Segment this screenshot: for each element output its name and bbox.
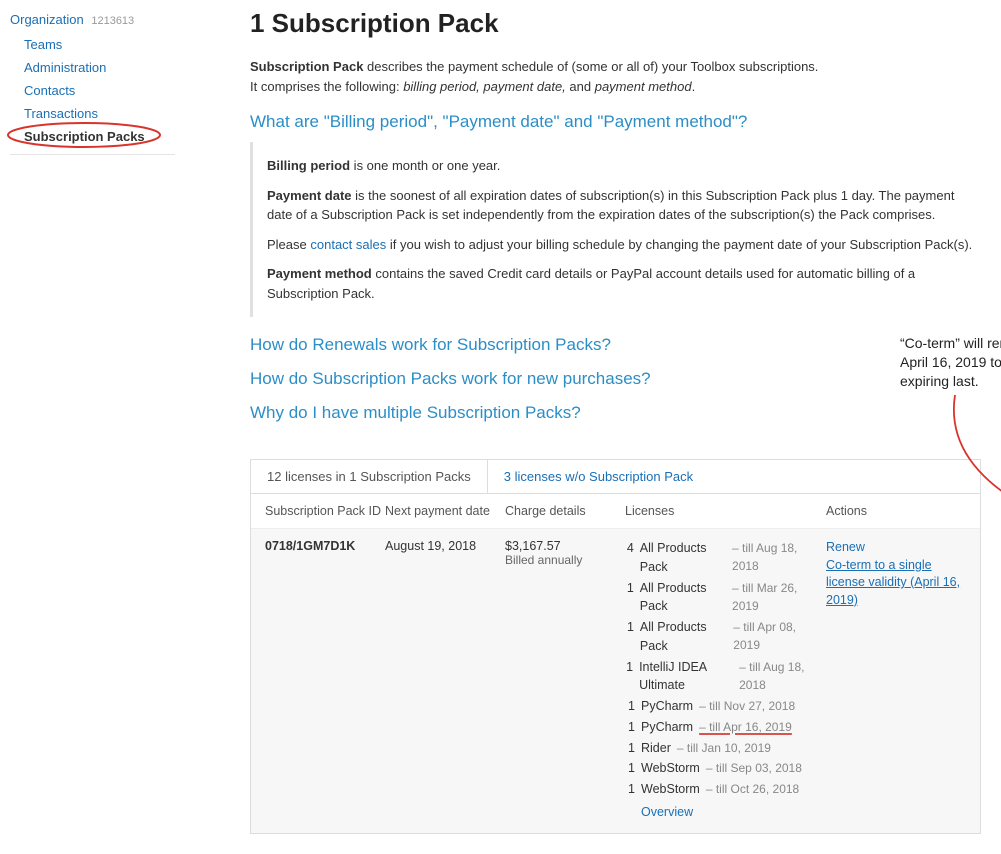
renew-link[interactable]: Renew [826,539,966,557]
billing-period-text: is one month or one year. [350,158,500,173]
intro-em2: payment method [595,79,692,94]
intro-bold: Subscription Pack [250,59,363,74]
license-count: 1 [625,579,634,617]
license-count: 1 [625,658,633,696]
license-line: 4All Products Pack– till Aug 18, 2018 [625,539,816,577]
header-next-payment: Next payment date [385,504,505,518]
license-line: 1All Products Pack– till Mar 26, 2019 [625,579,816,617]
license-name: All Products Pack [640,579,726,617]
billing-period-label: Billing period [267,158,350,173]
intro-line2-pre: It comprises the following: [250,79,403,94]
header-pack-id: Subscription Pack ID [265,504,385,518]
license-line: 1 WebStorm – till Sep 03, 2018 [625,759,816,778]
table-row: 0718/1GM7D1K August 19, 2018 $3,167.57 B… [251,528,980,833]
section-newpurchases-heading[interactable]: How do Subscription Packs work for new p… [250,369,981,389]
license-till: – till Sep 03, 2018 [706,759,802,778]
charge-amount: $3,167.57 [505,539,625,553]
license-line: 1 PyCharm – till Apr 16, 2019 [625,718,816,737]
license-count: 1 [625,759,635,778]
license-count: 1 [625,697,635,716]
section-multiple-heading[interactable]: Why do I have multiple Subscription Pack… [250,403,981,423]
overview-link[interactable]: Overview [641,805,693,819]
license-line: 1IntelliJ IDEA Ultimate– till Aug 18, 20… [625,658,816,696]
payment-date-label: Payment date [267,188,352,203]
tab-licenses-without-pack[interactable]: 3 licenses w/o Subscription Pack [488,460,709,493]
definitions-block: Billing period is one month or one year.… [250,142,981,317]
organization-link[interactable]: Organization [10,12,84,27]
tabs: 12 licenses in 1 Subscription Packs 3 li… [251,460,980,494]
license-name: WebStorm [641,780,700,799]
table-header: Subscription Pack ID Next payment date C… [251,494,980,528]
license-till: – till Aug 18, 2018 [739,658,816,696]
page-title: 1 Subscription Pack [250,8,981,39]
license-line: 1All Products Pack– till Apr 08, 2019 [625,618,816,656]
intro-mid: and [566,79,595,94]
sidebar-item-teams[interactable]: Teams [24,37,62,52]
license-name: PyCharm [641,718,693,737]
license-line: 1 PyCharm – till Nov 27, 2018 [625,697,816,716]
license-line: 1 WebStorm – till Oct 26, 2018 [625,780,816,799]
sidebar-header: Organization 1213613 [10,12,175,27]
license-count: 1 [625,780,635,799]
main-content: 1 Subscription Pack Subscription Pack de… [175,0,1001,854]
license-name: IntelliJ IDEA Ultimate [639,658,733,696]
license-count: 1 [625,739,635,758]
please-post: if you wish to adjust your billing sched… [386,237,972,252]
sidebar-item-transactions[interactable]: Transactions [24,106,98,121]
license-till: – till Mar 26, 2019 [732,579,816,617]
section-renewals-heading[interactable]: How do Renewals work for Subscription Pa… [250,335,981,355]
header-licenses: Licenses [625,504,826,518]
subscription-table: Subscription Pack ID Next payment date C… [251,494,980,833]
license-name: All Products Pack [640,618,727,656]
sidebar-item-administration[interactable]: Administration [24,60,106,75]
contact-sales-link[interactable]: contact sales [310,237,386,252]
section-what-heading[interactable]: What are "Billing period", "Payment date… [250,112,981,132]
sidebar: Organization 1213613 Teams Administratio… [0,0,175,854]
subscription-table-box: 12 licenses in 1 Subscription Packs 3 li… [250,459,981,834]
cell-licenses: 4All Products Pack– till Aug 18, 20181Al… [625,539,826,819]
sidebar-divider [10,154,175,155]
coterm-link[interactable]: Co-term to a single license validity (Ap… [826,557,966,610]
tab-licenses-in-packs[interactable]: 12 licenses in 1 Subscription Packs [251,460,488,493]
license-name: WebStorm [641,759,700,778]
intro-text: Subscription Pack describes the payment … [250,57,981,96]
payment-date-text: is the soonest of all expiration dates o… [267,188,954,223]
annotation-text: “Co-term” will renew all subscriptions t… [900,334,1001,391]
license-name: Rider [641,739,671,758]
header-actions: Actions [826,504,966,518]
license-count: 1 [625,618,634,656]
license-till: – till Jan 10, 2019 [677,739,771,758]
license-till: – till Apr 08, 2019 [733,618,816,656]
license-till: – till Aug 18, 2018 [732,539,816,577]
license-name: All Products Pack [640,539,726,577]
sidebar-nav: Teams Administration Contacts Transactio… [10,33,175,148]
organization-id: 1213613 [91,15,134,27]
cell-charge: $3,167.57 Billed annually [505,539,625,567]
intro-rest: describes the payment schedule of (some … [363,59,818,74]
header-charge: Charge details [505,504,625,518]
cell-actions: Renew Co-term to a single license validi… [826,539,966,609]
cell-next-payment: August 19, 2018 [385,539,505,553]
sidebar-item-subscription-packs[interactable]: Subscription Packs [24,129,145,144]
please-pre: Please [267,237,310,252]
license-till: – till Apr 16, 2019 [699,718,792,737]
intro-em1: billing period, payment date, [403,79,566,94]
intro-dot: . [692,79,696,94]
license-till: – till Oct 26, 2018 [706,780,799,799]
license-name: PyCharm [641,697,693,716]
license-count: 4 [625,539,634,577]
license-till: – till Nov 27, 2018 [699,697,795,716]
payment-method-label: Payment method [267,266,372,281]
license-line: 1 Rider – till Jan 10, 2019 [625,739,816,758]
cell-pack-id: 0718/1GM7D1K [265,539,385,553]
license-count: 1 [625,718,635,737]
sidebar-item-contacts[interactable]: Contacts [24,83,75,98]
charge-frequency: Billed annually [505,553,625,567]
